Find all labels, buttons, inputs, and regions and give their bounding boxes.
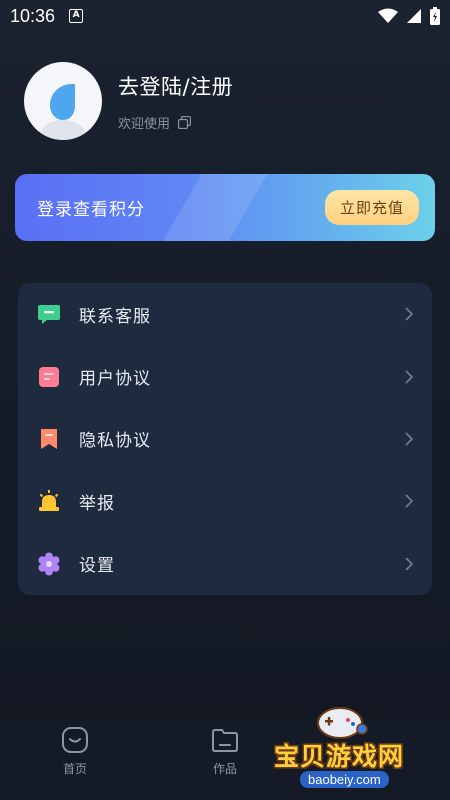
menu-item-label: 隐私协议 (79, 431, 151, 452)
banner-decoration (135, 174, 315, 241)
copy-icon[interactable] (178, 115, 192, 129)
avatar[interactable] (24, 62, 102, 140)
tab-label: 作品 (212, 762, 237, 776)
menu-item-label: 举报 (79, 493, 115, 514)
status-time: 10:36 (10, 5, 56, 26)
chevron-right-icon (405, 307, 414, 321)
menu-item-label: 用户协议 (79, 369, 151, 390)
tab-label: 首页 (62, 762, 87, 776)
chevron-right-icon (405, 432, 414, 446)
menu-item-label: 联系客服 (79, 306, 151, 327)
chat-icon (36, 301, 62, 327)
login-register-link[interactable]: 去登陆/注册 (118, 71, 233, 101)
chevron-right-icon (405, 494, 414, 508)
menu-item-customer-service[interactable]: 联系客服 (18, 283, 432, 345)
folder-icon (212, 729, 238, 752)
tab-home[interactable]: 首页 (0, 718, 150, 800)
wifi-icon (378, 8, 398, 23)
avatar-drop-icon (38, 84, 88, 140)
gear-icon (36, 551, 62, 577)
chevron-right-icon (405, 557, 414, 571)
status-bar: 10:36 A (0, 0, 450, 32)
notification-a-icon: A (69, 9, 84, 23)
watermark-url: baobeiy.com (300, 771, 389, 788)
chevron-right-icon (405, 369, 414, 384)
menu-item-label: 设置 (79, 556, 115, 577)
watermark-logo: 宝贝游戏网 baobeiy.com (270, 705, 450, 800)
bookmark-icon (36, 426, 62, 452)
menu-item-report[interactable]: 举报 (18, 470, 432, 532)
points-label: 登录查看积分 (37, 200, 145, 220)
home-icon (62, 727, 88, 753)
document-icon (36, 364, 62, 390)
battery-icon (430, 7, 440, 25)
watermark-text: 宝贝游戏网 (274, 742, 405, 771)
alarm-icon (36, 488, 62, 514)
signal-icon (407, 9, 421, 23)
menu-item-user-agreement[interactable]: 用户协议 (18, 345, 432, 407)
menu-item-privacy-policy[interactable]: 隐私协议 (18, 408, 432, 470)
recharge-button[interactable]: 立即充值 (324, 190, 419, 225)
welcome-text: 欢迎使用 (118, 116, 171, 132)
points-banner[interactable]: 登录查看积分 立即充值 (15, 174, 435, 241)
profile-header[interactable]: 去登陆/注册 欢迎使用 (24, 62, 233, 140)
menu-list: 联系客服 用户协议 隐私协议 举报 设置 (18, 283, 432, 595)
menu-item-settings[interactable]: 设置 (18, 533, 432, 595)
gamepad-icon (317, 707, 368, 739)
